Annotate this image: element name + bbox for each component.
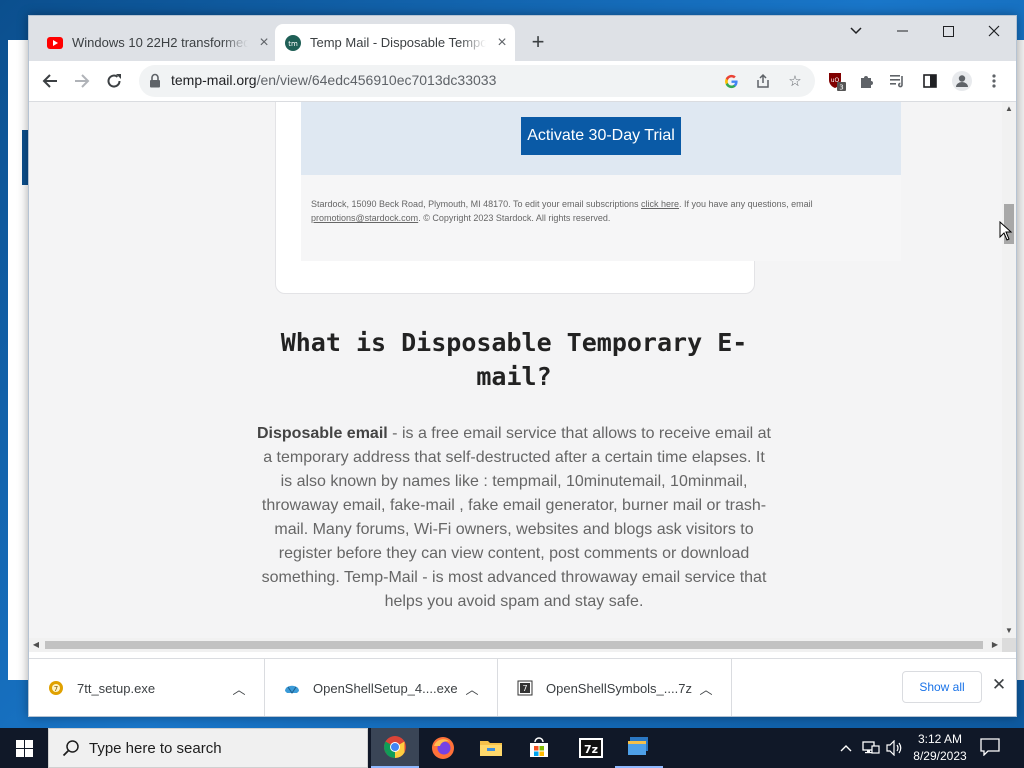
download-filename: OpenShellSymbols_....7z [546, 680, 692, 696]
maximize-button[interactable] [925, 16, 971, 46]
start-button[interactable] [0, 728, 48, 768]
horizontal-scrollbar[interactable]: ◀ ▶ [29, 638, 1002, 652]
section-heading: What is Disposable Temporary E-mail? [280, 328, 748, 391]
svg-text:7z: 7z [584, 743, 598, 756]
scroll-left-arrow-icon[interactable]: ◀ [29, 638, 43, 652]
search-icon [61, 738, 81, 758]
download-item[interactable]: 7 OpenShellSymbols_....7z ︿ [498, 659, 732, 716]
email-footer: Stardock, 15090 Beck Road, Plymouth, MI … [301, 175, 901, 261]
tab-search-chevron-icon[interactable] [833, 16, 879, 46]
menu-kebab-icon[interactable] [983, 70, 1005, 92]
svg-text:7: 7 [522, 684, 527, 693]
tab-title: Windows 10 22H2 transformed into [72, 35, 248, 50]
file-explorer-icon[interactable] [467, 728, 515, 768]
system-clock[interactable]: 3:12 AM 8/29/2023 [905, 731, 975, 765]
footer-text: Stardock, 15090 Beck Road, Plymouth, MI … [311, 197, 881, 225]
windows-logo-icon [15, 739, 33, 757]
lock-icon[interactable] [149, 73, 163, 89]
download-shelf: 7 7tt_setup.exe ︿ OpenShellSetup_4....ex… [29, 658, 1016, 716]
horizontal-scroll-thumb[interactable] [45, 641, 983, 649]
download-item[interactable]: 7 7tt_setup.exe ︿ [29, 659, 265, 716]
openshell-shell-icon [283, 679, 301, 697]
scrollbar-corner [1002, 638, 1016, 652]
minimize-button[interactable] [879, 16, 925, 46]
google-translate-icon[interactable] [721, 71, 741, 91]
side-panel-icon[interactable] [919, 70, 941, 92]
click-here-link[interactable]: click here [641, 199, 679, 209]
reading-list-icon[interactable] [887, 70, 909, 92]
taskbar: Type here to search 7z 3:12 AM 8/29/2023 [0, 728, 1024, 768]
description-bold: Disposable email [257, 425, 388, 442]
new-tab-button[interactable]: + [526, 30, 550, 54]
7tt-installer-icon: 7 [47, 679, 65, 697]
profile-avatar-icon[interactable] [951, 70, 973, 92]
description-text: - is a free email service that allows to… [261, 425, 771, 610]
share-icon[interactable] [753, 71, 773, 91]
scroll-up-arrow-icon[interactable]: ▲ [1002, 102, 1016, 116]
tray-overflow-chevron-icon[interactable] [836, 728, 856, 768]
clock-date: 8/29/2023 [913, 749, 967, 763]
activate-trial-button[interactable]: Activate 30-Day Trial [521, 117, 681, 155]
url-text[interactable]: temp-mail.org/en/view/64edc456910ec7013d… [171, 72, 496, 88]
tab-close-icon[interactable]: × [256, 34, 272, 51]
svg-text:tm: tm [288, 40, 298, 48]
download-filename: 7tt_setup.exe [77, 680, 156, 696]
close-window-button[interactable] [971, 16, 1016, 46]
page-content: Activate 30-Day Trial Stardock, 15090 Be… [29, 102, 1002, 638]
tab-temp-mail[interactable]: tm Temp Mail - Disposable Temporary × [275, 24, 515, 61]
tab-title: Temp Mail - Disposable Temporary [310, 35, 486, 50]
download-filename: OpenShellSetup_4....exe [313, 680, 458, 696]
scroll-right-arrow-icon[interactable]: ▶ [988, 638, 1002, 652]
7zip-icon[interactable]: 7z [567, 728, 615, 768]
vertical-scrollbar[interactable]: ▲ ▼ [1002, 102, 1016, 638]
openshell-icon[interactable] [615, 728, 663, 768]
mouse-cursor-icon [999, 220, 1013, 246]
tempmail-icon: tm [285, 34, 301, 51]
clock-time: 3:12 AM [917, 732, 963, 746]
volume-icon[interactable] [884, 728, 906, 768]
download-item[interactable]: OpenShellSetup_4....exe ︿ [265, 659, 498, 716]
show-all-downloads-button[interactable]: Show all [902, 671, 982, 703]
chevron-up-icon[interactable]: ︿ [228, 679, 250, 698]
description-paragraph: Disposable email - is a free email servi… [257, 422, 771, 614]
svg-text:7: 7 [54, 685, 58, 693]
url-host: temp-mail.org [171, 72, 257, 88]
scroll-down-arrow-icon[interactable]: ▼ [1002, 624, 1016, 638]
browser-toolbar: temp-mail.org/en/view/64edc456910ec7013d… [29, 61, 1016, 102]
chevron-up-icon[interactable]: ︿ [461, 679, 483, 698]
back-button[interactable] [35, 66, 65, 96]
tab-youtube[interactable]: Windows 10 22H2 transformed into × [37, 24, 273, 61]
chevron-up-icon[interactable]: ︿ [695, 679, 717, 698]
tab-strip: Windows 10 22H2 transformed into × tm Te… [29, 16, 1016, 61]
search-placeholder: Type here to search [89, 739, 222, 757]
taskbar-search-box[interactable]: Type here to search [48, 728, 368, 768]
extension-badge: 3 [839, 84, 843, 92]
footer-text-part: Stardock, 15090 Beck Road, Plymouth, MI … [311, 199, 642, 209]
store-icon[interactable] [515, 728, 563, 768]
chrome-icon[interactable] [371, 728, 419, 768]
forward-button[interactable] [67, 66, 97, 96]
promotions-email-link[interactable]: promotions@stardock.com [311, 213, 418, 223]
tab-close-icon[interactable]: × [494, 34, 510, 51]
bookmark-star-icon[interactable]: ☆ [785, 71, 805, 91]
promo-banner: Activate 30-Day Trial [301, 102, 901, 175]
extensions-puzzle-icon[interactable] [856, 70, 878, 92]
url-path: /en/view/64edc456910ec7013dc33033 [256, 72, 497, 88]
firefox-icon[interactable] [419, 728, 467, 768]
notification-center-icon[interactable] [980, 738, 1002, 758]
network-icon[interactable] [860, 728, 882, 768]
footer-text-part: . © Copyright 2023 Stardock. All rights … [418, 213, 611, 223]
reload-button[interactable] [99, 66, 129, 96]
footer-text-part: . If you have any questions, email [679, 199, 813, 209]
address-bar[interactable]: temp-mail.org/en/view/64edc456910ec7013d… [139, 65, 815, 97]
ublock-origin-icon[interactable]: uO 3 [825, 70, 847, 92]
close-download-shelf-icon[interactable]: ✕ [989, 675, 1009, 695]
7z-archive-icon: 7 [516, 679, 534, 697]
chrome-window: Windows 10 22H2 transformed into × tm Te… [28, 15, 1017, 717]
youtube-icon [47, 35, 63, 51]
